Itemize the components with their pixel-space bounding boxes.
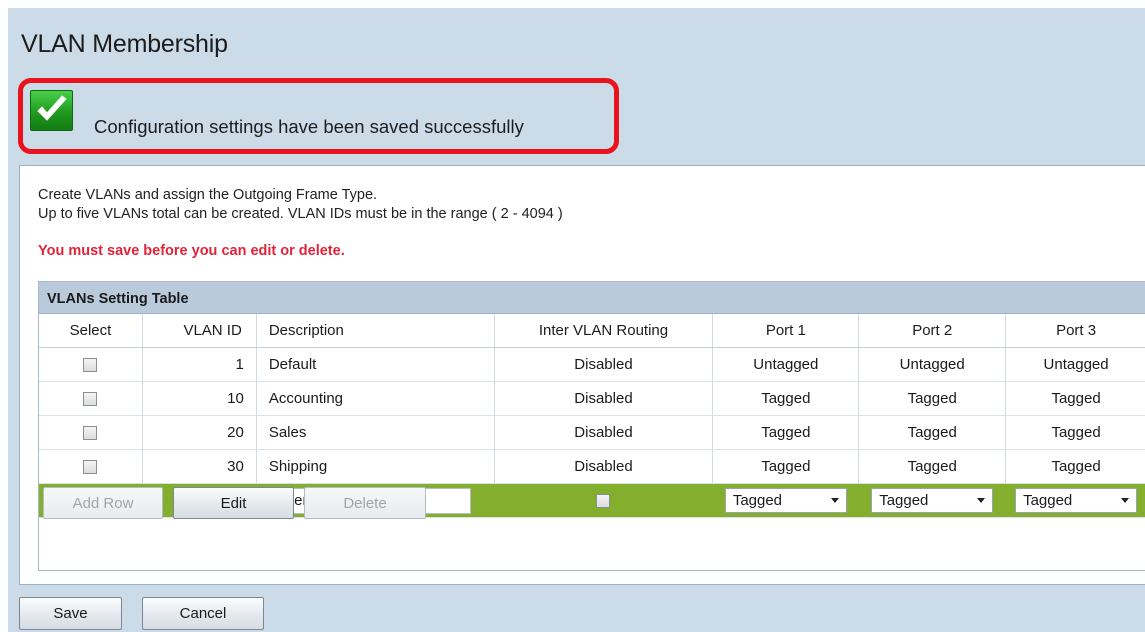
port-2-select[interactable]: Tagged [871,488,994,513]
port-3-cell: Untagged [1043,356,1109,373]
port-3-cell: Tagged [1051,458,1101,475]
port-2-cell: Untagged [859,348,1007,381]
description-cell: Sales [257,416,495,449]
port-3-select-value: Tagged [1023,492,1073,509]
column-header-select: Select [39,314,143,347]
routing-cell: Disabled [495,416,714,449]
success-message-box: Configuration settings have been saved s… [18,78,619,154]
vlan-id-cell: 1 [143,348,257,381]
column-header-port-3: Port 3 [1056,322,1097,339]
port-1-cell: Untagged [713,348,860,381]
vlans-setting-table: VLANs Setting Table Select VLAN ID Descr… [38,281,1145,571]
port-3-select[interactable]: Tagged [1015,488,1138,513]
column-header-vlan-id: VLAN ID [143,314,257,347]
port-1-cell: Tagged [713,416,860,449]
table-row: 30 Shipping Disabled Tagged Tagged Tagge… [39,450,1145,484]
routing-cell: Disabled [495,348,714,381]
page-title: VLAN Membership [21,30,228,58]
port-2-cell: Tagged [859,382,1007,415]
port-1-select[interactable]: Tagged [724,488,847,513]
description-cell: Shipping [257,450,495,483]
success-check-icon [30,90,73,131]
port-2-cell: Tagged [859,416,1007,449]
table-row: 1 Default Disabled Untagged Untagged Unt… [39,348,1145,382]
vlan-panel: Create VLANs and assign the Outgoing Fra… [19,165,1145,585]
edit-button[interactable]: Edit [173,487,294,519]
routing-cell: Disabled [495,382,714,415]
save-button[interactable]: Save [19,597,122,630]
description-cell: Accounting [257,382,495,415]
add-row-button[interactable]: Add Row [43,487,163,519]
description-cell: Default [257,348,495,381]
column-header-inter-vlan-routing: Inter VLAN Routing [495,314,714,347]
port-1-cell: Tagged [713,382,860,415]
info-text-line-2: Up to five VLANs total can be created. V… [38,206,563,222]
chevron-down-icon [830,498,839,503]
delete-button[interactable]: Delete [304,487,426,519]
table-button-row: Add Row Edit Delete [39,487,426,531]
inter-vlan-routing-checkbox[interactable] [596,493,611,508]
table-row: 20 Sales Disabled Tagged Tagged Tagged [39,416,1145,450]
table-row: 10 Accounting Disabled Tagged Tagged Tag… [39,382,1145,416]
save-warning: You must save before you can edit or del… [38,243,345,259]
chevron-down-icon [977,498,986,503]
port-1-cell: Tagged [713,450,860,483]
chevron-down-icon [1121,498,1130,503]
row-select-checkbox[interactable] [83,459,98,474]
port-3-cell: Tagged [1051,390,1101,407]
port-3-cell: Tagged [1051,424,1101,441]
table-caption: VLANs Setting Table [39,282,1145,314]
row-select-checkbox[interactable] [83,357,98,372]
success-message: Configuration settings have been saved s… [94,116,524,137]
vlan-id-cell: 10 [143,382,257,415]
row-select-checkbox[interactable] [83,391,98,406]
page-background: VLAN Membership Configuration settings h… [8,8,1145,632]
vlan-id-cell: 30 [143,450,257,483]
port-1-select-value: Tagged [732,492,783,509]
port-2-select-value: Tagged [879,492,929,509]
column-header-port-2: Port 2 [859,314,1007,347]
footer-buttons: Save Cancel [19,597,264,630]
cancel-button[interactable]: Cancel [142,597,264,630]
column-header-description: Description [257,314,495,347]
column-header-port-1: Port 1 [713,314,860,347]
routing-cell: Disabled [495,450,714,483]
info-text-line-1: Create VLANs and assign the Outgoing Fra… [38,187,378,203]
vlan-id-cell: 20 [143,416,257,449]
table-header-row: Select VLAN ID Description Inter VLAN Ro… [39,314,1145,348]
port-2-cell: Tagged [859,450,1007,483]
row-select-checkbox[interactable] [83,425,98,440]
